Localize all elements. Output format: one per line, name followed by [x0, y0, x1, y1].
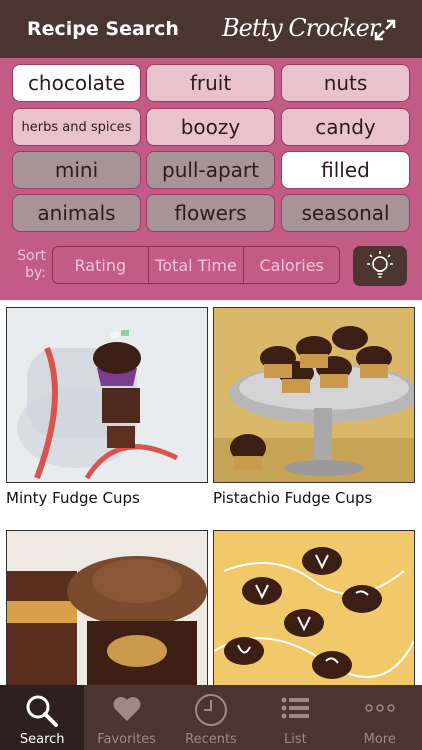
tab-search[interactable]: Search	[0, 685, 85, 750]
sort-segmented-control: Rating Total Time Calories	[52, 246, 340, 284]
chip-mini[interactable]: mini	[12, 151, 141, 189]
sort-label: Sort by:	[17, 248, 46, 281]
brand-logo: Betty Crocker	[222, 14, 380, 42]
tab-more[interactable]: More	[338, 685, 422, 750]
recipe-card[interactable]: Minty Fudge Cups	[6, 307, 208, 507]
tab-bar: Search Favorites Recents List More	[0, 685, 422, 750]
tab-list[interactable]: List	[253, 685, 337, 750]
recipe-card[interactable]	[6, 530, 208, 685]
chip-fruit[interactable]: fruit	[146, 64, 275, 102]
chip-herbs-and-spices[interactable]: herbs and spices	[12, 108, 141, 146]
clock-icon	[194, 694, 227, 726]
recipe-card[interactable]: Pistachio Fudge Cups	[213, 307, 415, 507]
tab-label: Recents	[185, 732, 237, 747]
tab-favorites[interactable]: Favorites	[84, 685, 168, 750]
recipe-grid: Minty Fudge Cups Pistachio Fudge Cups	[0, 301, 422, 685]
chip-seasonal[interactable]: seasonal	[281, 194, 410, 232]
recipe-photo	[6, 530, 208, 685]
chip-filled[interactable]: filled	[281, 151, 410, 189]
chip-pull-apart[interactable]: pull-apart	[146, 151, 275, 189]
chip-boozy[interactable]: boozy	[146, 108, 275, 146]
recipe-photo	[213, 530, 415, 685]
lightbulb-icon	[367, 251, 393, 278]
page-title: Recipe Search	[27, 18, 179, 40]
chip-chocolate[interactable]: chocolate	[12, 64, 141, 102]
sort-total-time-button[interactable]: Total Time	[149, 247, 245, 283]
app-header: Recipe Search Betty Crocker	[0, 0, 422, 58]
search-icon	[26, 695, 59, 727]
sort-calories-button[interactable]: Calories	[244, 247, 339, 283]
chip-candy[interactable]: candy	[281, 108, 410, 146]
more-icon	[365, 704, 395, 712]
chip-nuts[interactable]: nuts	[281, 64, 410, 102]
chip-flowers[interactable]: flowers	[146, 194, 275, 232]
recipe-photo	[6, 307, 208, 483]
tab-label: More	[363, 732, 396, 747]
sort-rating-button[interactable]: Rating	[53, 247, 149, 283]
tab-label: List	[284, 732, 307, 747]
recipe-name: Pistachio Fudge Cups	[213, 489, 373, 507]
recipe-photo	[213, 307, 415, 483]
tab-label: Favorites	[97, 732, 156, 747]
tab-label: Search	[19, 732, 65, 747]
recipe-name: Minty Fudge Cups	[6, 489, 140, 507]
expand-icon[interactable]	[374, 19, 396, 41]
heart-icon	[113, 697, 141, 721]
list-icon	[281, 697, 310, 719]
recipe-card[interactable]	[213, 530, 415, 685]
chip-animals[interactable]: animals	[12, 194, 141, 232]
tab-recents[interactable]: Recents	[169, 685, 253, 750]
lightbulb-button[interactable]	[353, 246, 407, 286]
